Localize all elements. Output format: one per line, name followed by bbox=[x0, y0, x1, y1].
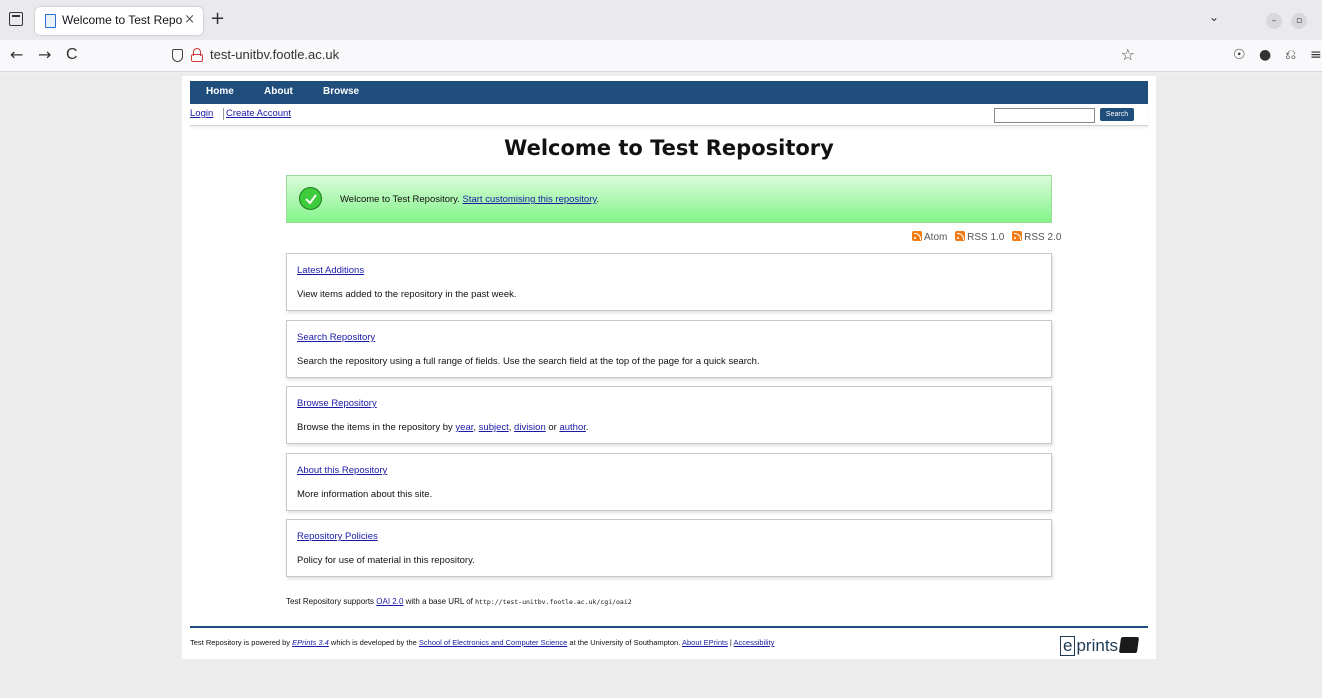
browser-nav-bar: ← → C test-unitbv.footle.ac.uk ☆ ☉ ● ⎌ ≡ bbox=[0, 40, 1322, 72]
rss2-feed-link[interactable]: RSS 2.0 bbox=[1012, 231, 1061, 243]
start-customising-link[interactable]: Start customising this repository bbox=[463, 194, 597, 205]
userbar-divider bbox=[223, 108, 224, 120]
insecure-lock-icon[interactable] bbox=[191, 48, 203, 62]
rss-feed-icon bbox=[955, 231, 966, 241]
browse-repository-box: Browse Repository Browse the items in th… bbox=[286, 386, 1052, 444]
pocket-icon[interactable]: ☉ bbox=[1233, 47, 1246, 63]
oai-info: Test Repository supports OAI 2.0 with a … bbox=[286, 597, 632, 606]
tab-close-icon[interactable]: × bbox=[184, 12, 195, 27]
box-description: Browse the items in the repository by ye… bbox=[297, 422, 589, 433]
atom-feed-link[interactable]: Atom bbox=[912, 231, 947, 243]
reload-icon[interactable]: C bbox=[66, 46, 78, 64]
page-viewport: Home About Browse Login Create Account S… bbox=[0, 73, 1322, 698]
url-text[interactable]: test-unitbv.footle.ac.uk bbox=[210, 47, 339, 62]
user-bar: Login Create Account Search bbox=[190, 104, 1148, 126]
maximize-window-icon[interactable]: ▫ bbox=[1291, 13, 1307, 29]
minimize-window-icon[interactable]: – bbox=[1266, 13, 1282, 29]
browse-subject-link[interactable]: subject bbox=[479, 422, 509, 433]
browse-year-link[interactable]: year bbox=[455, 422, 473, 433]
about-repository-link[interactable]: About this Repository bbox=[297, 465, 387, 476]
rss-feed-icon bbox=[912, 231, 922, 241]
tab-overflow-chevron-icon[interactable]: ⌄ bbox=[1209, 10, 1219, 24]
repository-policies-box: Repository Policies Policy for use of ma… bbox=[286, 519, 1052, 577]
box-description: Policy for use of material in this repos… bbox=[297, 555, 475, 566]
about-eprints-link[interactable]: About EPrints bbox=[682, 638, 728, 647]
search-input[interactable] bbox=[994, 108, 1095, 123]
menu-home-link[interactable]: Home bbox=[206, 86, 234, 97]
menu-browse-link[interactable]: Browse bbox=[323, 86, 359, 97]
login-link[interactable]: Login bbox=[190, 108, 213, 119]
page-favicon-icon bbox=[45, 14, 56, 28]
latest-additions-link[interactable]: Latest Additions bbox=[297, 265, 364, 276]
accessibility-link[interactable]: Accessibility bbox=[734, 638, 775, 647]
repository-policies-link[interactable]: Repository Policies bbox=[297, 531, 378, 542]
rss-feed-icon bbox=[1012, 231, 1023, 241]
browse-author-link[interactable]: author bbox=[559, 422, 585, 433]
about-repository-box: About this Repository More information a… bbox=[286, 453, 1052, 511]
rss1-feed-link[interactable]: RSS 1.0 bbox=[955, 231, 1004, 243]
footer-text: Test Repository is powered by EPrints 3.… bbox=[190, 638, 775, 647]
box-description: View items added to the repository in th… bbox=[297, 289, 517, 300]
welcome-message-box: Welcome to Test Repository. Start custom… bbox=[286, 175, 1052, 223]
search-button[interactable]: Search bbox=[1100, 108, 1134, 121]
welcome-message: Welcome to Test Repository. Start custom… bbox=[340, 194, 600, 205]
main-menu-bar: Home About Browse bbox=[190, 81, 1148, 104]
school-link[interactable]: School of Electronics and Computer Scien… bbox=[419, 638, 567, 647]
account-icon[interactable]: ● bbox=[1259, 47, 1271, 63]
tab-title: Welcome to Test Reposit bbox=[62, 13, 182, 27]
page-container: Home About Browse Login Create Account S… bbox=[182, 76, 1156, 659]
search-repository-box: Search Repository Search the repository … bbox=[286, 320, 1052, 378]
page-title: Welcome to Test Repository bbox=[504, 136, 834, 160]
eprints-version-link[interactable]: EPrints 3.4 bbox=[292, 638, 329, 647]
tab-list-icon[interactable] bbox=[9, 12, 23, 26]
new-tab-button[interactable]: + bbox=[210, 10, 225, 28]
page-footer: Test Repository is powered by EPrints 3.… bbox=[190, 626, 1148, 659]
extensions-icon[interactable]: ⎌ bbox=[1285, 47, 1296, 63]
browser-tab-bar: Welcome to Test Reposit × + ⌄ – ▫ bbox=[0, 0, 1322, 40]
browse-repository-link[interactable]: Browse Repository bbox=[297, 398, 377, 409]
oai-base-url: http://test-unitbv.footle.ac.uk/cgi/oai2 bbox=[475, 598, 632, 606]
create-account-link[interactable]: Create Account bbox=[226, 108, 291, 119]
feed-links: Atom RSS 1.0 RSS 2.0 bbox=[907, 231, 1061, 243]
latest-additions-box: Latest Additions View items added to the… bbox=[286, 253, 1052, 311]
oai-link[interactable]: OAI 2.0 bbox=[376, 597, 403, 606]
eprints-books-icon bbox=[1118, 637, 1140, 653]
tracking-shield-icon[interactable] bbox=[172, 49, 183, 62]
app-menu-icon[interactable]: ≡ bbox=[1310, 47, 1322, 63]
eprints-logo[interactable]: e prints bbox=[1060, 636, 1140, 658]
box-description: Search the repository using a full range… bbox=[297, 356, 760, 367]
back-arrow-icon[interactable]: ← bbox=[10, 46, 23, 64]
box-description: More information about this site. bbox=[297, 489, 433, 500]
bookmark-star-icon[interactable]: ☆ bbox=[1121, 45, 1135, 64]
menu-about-link[interactable]: About bbox=[264, 86, 293, 97]
search-repository-link[interactable]: Search Repository bbox=[297, 332, 375, 343]
forward-arrow-icon[interactable]: → bbox=[38, 46, 51, 64]
address-bar[interactable]: test-unitbv.footle.ac.uk ☆ bbox=[168, 44, 1143, 68]
browse-division-link[interactable]: division bbox=[514, 422, 546, 433]
checkmark-icon bbox=[299, 187, 322, 210]
browser-tab[interactable]: Welcome to Test Reposit × bbox=[35, 7, 203, 35]
